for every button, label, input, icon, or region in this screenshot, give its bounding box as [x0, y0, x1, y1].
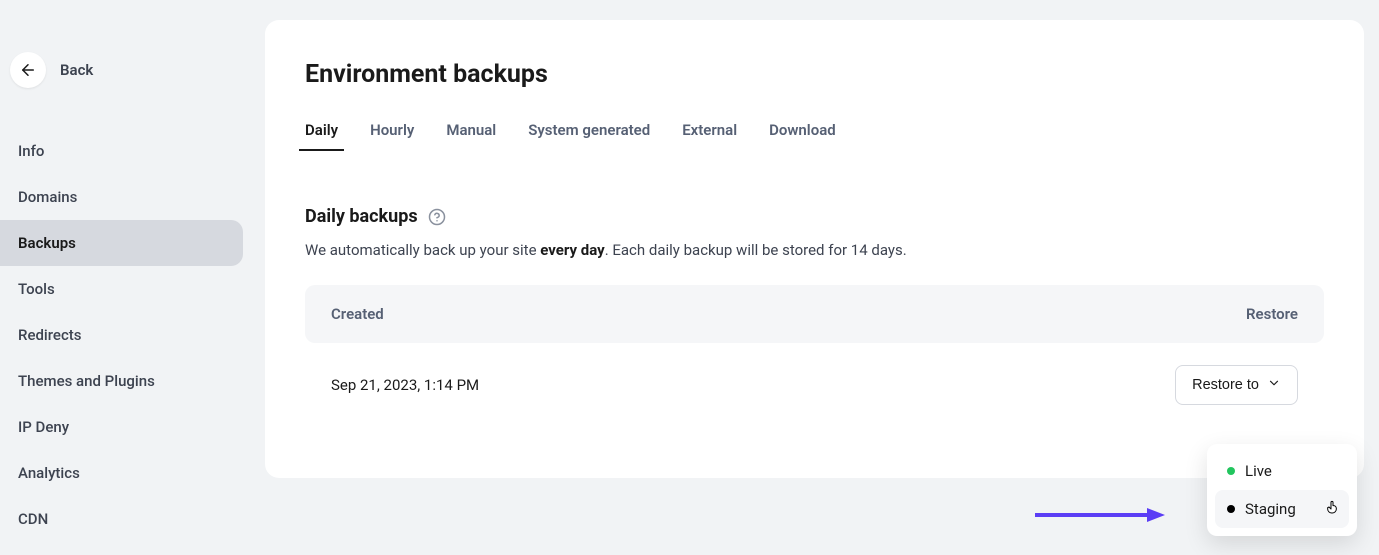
dropdown-item-label: Staging [1245, 500, 1296, 518]
cell-created: Sep 21, 2023, 1:14 PM [331, 376, 479, 394]
sidebar-item-tools[interactable]: Tools [0, 266, 243, 312]
tab-hourly[interactable]: Hourly [370, 121, 414, 151]
sidebar-item-analytics[interactable]: Analytics [0, 450, 243, 496]
tab-daily[interactable]: Daily [305, 121, 338, 151]
sidebar-item-backups[interactable]: Backups [0, 220, 243, 266]
sidebar: Back Info Domains Backups Tools Redirect… [0, 0, 265, 555]
arrow-left-icon [10, 52, 46, 88]
sidebar-item-info[interactable]: Info [0, 128, 243, 174]
tab-external[interactable]: External [682, 121, 737, 151]
restore-to-label: Restore to [1192, 377, 1259, 393]
page-title: Environment backups [305, 60, 1324, 89]
chevron-down-icon [1267, 376, 1281, 394]
dropdown-item-label: Live [1245, 462, 1272, 480]
main-panel: Environment backups Daily Hourly Manual … [265, 20, 1364, 478]
status-dot-icon [1227, 505, 1235, 513]
cursor-pointer-icon [1325, 498, 1341, 520]
restore-dropdown: Live Staging [1207, 444, 1357, 536]
col-created: Created [331, 305, 384, 323]
dropdown-item-staging[interactable]: Staging [1215, 490, 1349, 528]
back-label: Back [60, 61, 93, 79]
sidebar-item-cdn[interactable]: CDN [0, 496, 243, 542]
dropdown-item-live[interactable]: Live [1215, 452, 1349, 490]
sidebar-item-redirects[interactable]: Redirects [0, 312, 243, 358]
table-header: Created Restore [305, 285, 1324, 343]
restore-to-button[interactable]: Restore to [1175, 365, 1298, 405]
tab-manual[interactable]: Manual [446, 121, 496, 151]
sidebar-item-ip-deny[interactable]: IP Deny [0, 404, 243, 450]
col-restore: Restore [1246, 305, 1298, 323]
tab-system-generated[interactable]: System generated [528, 121, 650, 151]
back-button[interactable]: Back [0, 52, 265, 88]
tab-download[interactable]: Download [769, 121, 836, 151]
table-row: Sep 21, 2023, 1:14 PM Restore to [305, 343, 1324, 427]
section-description: We automatically back up your site every… [305, 241, 1324, 259]
sidebar-item-themes-plugins[interactable]: Themes and Plugins [0, 358, 243, 404]
backups-table: Created Restore Sep 21, 2023, 1:14 PM Re… [305, 285, 1324, 427]
tabs: Daily Hourly Manual System generated Ext… [305, 121, 1324, 151]
sidebar-nav: Info Domains Backups Tools Redirects The… [0, 128, 265, 542]
section-title: Daily backups [305, 206, 418, 227]
status-dot-icon [1227, 467, 1235, 475]
annotation-arrow-icon [1035, 505, 1165, 525]
help-icon[interactable] [428, 208, 446, 226]
sidebar-item-domains[interactable]: Domains [0, 174, 243, 220]
